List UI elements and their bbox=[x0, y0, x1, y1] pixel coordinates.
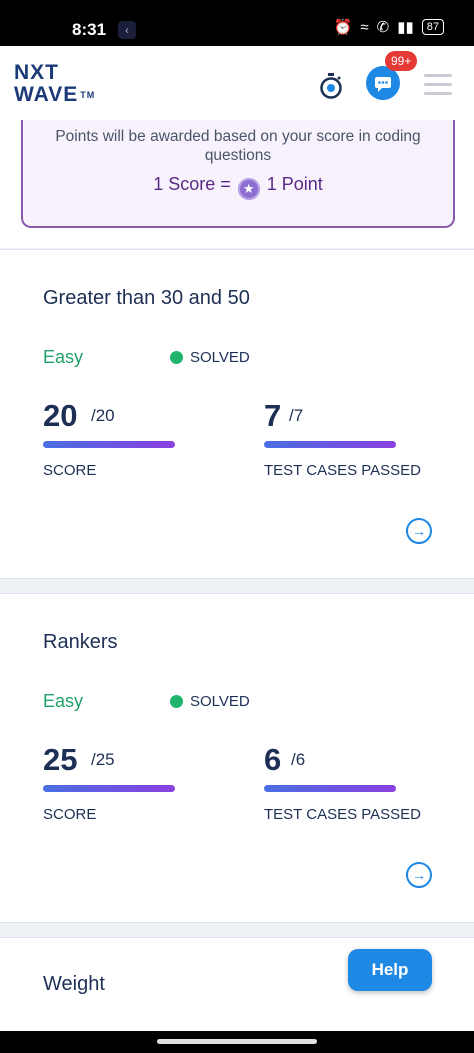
hamburger-menu-icon[interactable] bbox=[424, 74, 452, 96]
wifi-icon: ≈ bbox=[360, 18, 369, 36]
test-cases-progress-bar bbox=[264, 785, 396, 792]
test-cases-label: TEST CASES PASSED bbox=[264, 806, 421, 823]
app-header: NXT WAVE TM 99+ bbox=[0, 46, 474, 126]
home-gesture-handle[interactable] bbox=[157, 1039, 317, 1044]
test-cases-total: /7 bbox=[289, 406, 304, 425]
arrow-right-icon[interactable]: → bbox=[406, 518, 432, 544]
battery-icon: 87 bbox=[421, 19, 444, 35]
problem-title: Greater than 30 and 50 bbox=[43, 287, 250, 309]
status-text: SOLVED bbox=[190, 349, 250, 366]
points-description: Points will be awarded based on your sco… bbox=[55, 128, 421, 164]
back-arrow-icon: ‹ bbox=[118, 21, 136, 39]
points-formula: 1 Score = ★ 1 Point bbox=[23, 174, 453, 200]
star-coin-icon: ★ bbox=[237, 178, 260, 200]
call-icon: ✆ bbox=[376, 19, 390, 36]
problem-title: Weight bbox=[43, 973, 105, 995]
solved-dot-icon bbox=[170, 695, 183, 708]
score-label: SCORE bbox=[43, 462, 97, 479]
signal-icon: ▮▮ bbox=[397, 19, 414, 36]
help-button[interactable]: Help bbox=[348, 949, 432, 991]
test-cases-total: /6 bbox=[291, 750, 306, 769]
score-total: /20 bbox=[91, 406, 115, 425]
difficulty-label: Easy bbox=[43, 691, 84, 711]
logo-line1: NXT bbox=[14, 61, 59, 84]
score-value: 20 bbox=[43, 398, 78, 433]
formula-left: 1 Score = bbox=[153, 174, 231, 194]
score-progress-bar bbox=[43, 441, 175, 448]
status-text: SOLVED bbox=[190, 693, 250, 710]
alarm-icon: ⏰ bbox=[333, 19, 353, 36]
logo-tm: TM bbox=[80, 90, 96, 100]
test-cases-value: 6 bbox=[264, 742, 282, 777]
logo-word: WAVE bbox=[14, 83, 79, 106]
score-progress-bar bbox=[43, 785, 175, 792]
points-info-section: Points will be awarded based on your sco… bbox=[0, 120, 474, 248]
status-time: 8:31 bbox=[72, 20, 107, 39]
solved-status: SOLVED bbox=[170, 349, 250, 366]
nxtwave-logo[interactable]: NXT WAVE TM bbox=[14, 62, 104, 106]
problem-card[interactable]: Greater than 30 and 50 Easy SOLVED 20 /2… bbox=[0, 249, 474, 579]
status-icons: ⏰ ≈ ✆ ▮▮ 87 bbox=[334, 18, 444, 36]
formula-right: 1 Point bbox=[266, 174, 323, 194]
solved-dot-icon bbox=[170, 351, 183, 364]
points-info-box: Points will be awarded based on your sco… bbox=[21, 120, 455, 228]
test-cases-progress-bar bbox=[264, 441, 396, 448]
notification-badge: 99+ bbox=[385, 51, 418, 71]
problem-title: Rankers bbox=[43, 631, 118, 653]
test-cases-label: TEST CASES PASSED bbox=[264, 462, 421, 479]
system-navigation-bar bbox=[0, 1031, 474, 1053]
score-value: 25 bbox=[43, 742, 78, 777]
arrow-right-icon[interactable]: → bbox=[406, 862, 432, 888]
score-total: /25 bbox=[91, 750, 115, 769]
logo-line2: WAVE TM bbox=[14, 84, 104, 106]
test-cases-value: 7 bbox=[264, 398, 282, 433]
solved-status: SOLVED bbox=[170, 693, 250, 710]
status-bar: 8:31 ‹ ⏰ ≈ ✆ ▮▮ 87 bbox=[0, 0, 474, 46]
problem-card[interactable]: Rankers Easy SOLVED 25 /25 SCORE 6 /6 TE… bbox=[0, 593, 474, 923]
difficulty-label: Easy bbox=[43, 347, 84, 367]
score-label: SCORE bbox=[43, 806, 97, 823]
stopwatch-icon[interactable] bbox=[318, 72, 344, 100]
chat-icon[interactable] bbox=[366, 66, 400, 100]
